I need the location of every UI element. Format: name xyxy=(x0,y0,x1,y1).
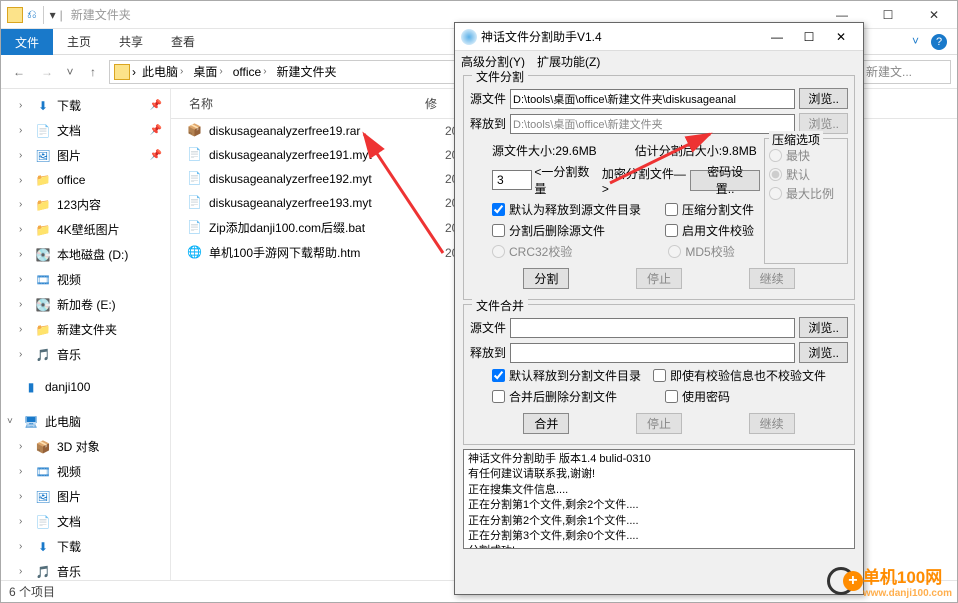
sidebar-item[interactable]: ›🎵音乐 xyxy=(1,342,170,367)
dlg-maximize-button[interactable]: ☐ xyxy=(793,23,825,51)
sidebar-item[interactable]: ›🖼图片📌 xyxy=(1,143,170,168)
folder-icon xyxy=(7,7,23,23)
chk-default-dst[interactable]: 默认为释放到源文件目录 xyxy=(492,201,641,218)
src-label: 源文件 xyxy=(470,90,506,107)
stop-button[interactable]: 停止 xyxy=(636,268,682,289)
src-input[interactable]: D:\tools\桌面\office\新建文件夹\diskusageanal xyxy=(510,89,795,109)
col-modified[interactable]: 修 xyxy=(421,95,437,112)
sidebar-thispc[interactable]: ˅🖥此电脑 xyxy=(1,409,170,434)
tab-share[interactable]: 共享 xyxy=(105,28,157,55)
dlg-close-button[interactable]: ✕ xyxy=(825,23,857,51)
src-size-label: 源文件大小:29.6MB xyxy=(492,142,597,159)
merge-group: 文件合并 源文件 浏览.. 释放到 浏览.. 默认释放到分割文件目录 即使有校验… xyxy=(463,304,855,445)
chk-compress[interactable]: 压缩分割文件 xyxy=(665,201,754,218)
tab-file[interactable]: 文件 xyxy=(1,29,53,55)
menu-extensions[interactable]: 扩展功能(Z) xyxy=(537,53,600,69)
merge-stop-button[interactable]: 停止 xyxy=(636,413,682,434)
sidebar-item[interactable]: ›📦3D 对象 xyxy=(1,434,170,459)
help-icon[interactable]: ? xyxy=(931,34,947,50)
app-icon xyxy=(461,29,477,45)
qat-restore-icon[interactable]: ⎌ xyxy=(27,7,37,22)
log-output[interactable]: 神话文件分割助手 版本1.4 bulid-0310有任何建议请联系我,谢谢!正在… xyxy=(463,449,855,549)
sidebar-item[interactable]: ›🖼图片 xyxy=(1,484,170,509)
chk-merge-noverify[interactable]: 即使有校验信息也不校验文件 xyxy=(653,367,826,384)
split-group: 文件分割 源文件 D:\tools\桌面\office\新建文件夹\diskus… xyxy=(463,75,855,300)
merge-continue-button[interactable]: 继续 xyxy=(749,413,795,434)
search-input[interactable]: 新建文... xyxy=(861,60,951,84)
sidebar-danji[interactable]: ▮danji100 xyxy=(1,375,170,399)
chk-verify[interactable]: 启用文件校验 xyxy=(665,222,754,239)
nav-recent-button[interactable]: ˅ xyxy=(63,60,77,84)
sidebar-item[interactable]: ›📁新建文件夹 xyxy=(1,317,170,342)
radio-max[interactable]: 最大比例 xyxy=(769,185,843,202)
chk-merge-default-dst[interactable]: 默认释放到分割文件目录 xyxy=(492,367,641,384)
chk-crc[interactable]: CRC32校验 xyxy=(492,243,572,260)
sidebar-item[interactable]: ›💽新加卷 (E:) xyxy=(1,292,170,317)
sidebar-item[interactable]: ›🎵音乐 xyxy=(1,559,170,580)
merge-dst-browse[interactable]: 浏览.. xyxy=(799,342,848,363)
dlg-minimize-button[interactable]: — xyxy=(761,23,793,51)
merge-src-label: 源文件 xyxy=(470,319,506,336)
tab-view[interactable]: 查看 xyxy=(157,28,209,55)
folder-icon xyxy=(114,64,130,80)
src-browse-button[interactable]: 浏览.. xyxy=(799,88,848,109)
crumb-2[interactable]: office› xyxy=(229,63,271,81)
watermark-icon: + xyxy=(827,565,859,597)
chk-md5[interactable]: MD5校验 xyxy=(668,243,734,260)
nav-up-button[interactable]: ↑ xyxy=(81,60,105,84)
split-count-input[interactable]: 3 xyxy=(492,170,532,190)
col-name[interactable]: 名称 xyxy=(171,95,421,112)
continue-button[interactable]: 继续 xyxy=(749,268,795,289)
merge-dst-label: 释放到 xyxy=(470,344,506,361)
crumb-3[interactable]: 新建文件夹 xyxy=(273,61,341,82)
sidebar-item[interactable]: ›🎞视频 xyxy=(1,459,170,484)
close-button[interactable]: ✕ xyxy=(911,1,957,29)
merge-legend: 文件合并 xyxy=(472,297,528,314)
dst-label: 释放到 xyxy=(470,115,506,132)
merge-src-input[interactable] xyxy=(510,318,795,338)
sidebar-item[interactable]: ›💽本地磁盘 (D:) xyxy=(1,242,170,267)
radio-default[interactable]: 默认 xyxy=(769,166,843,183)
radio-fast[interactable]: 最快 xyxy=(769,147,843,164)
sidebar-item[interactable]: ›📄文档 xyxy=(1,509,170,534)
chk-del-src[interactable]: 分割后删除源文件 xyxy=(492,222,605,239)
ribbon-expand-icon[interactable]: ˅ xyxy=(912,34,919,50)
sidebar-item[interactable]: ›📁123内容 xyxy=(1,192,170,217)
sidebar-item[interactable]: ›🎞视频 xyxy=(1,267,170,292)
nav-forward-button[interactable]: → xyxy=(35,60,59,84)
sidebar-item[interactable]: ›📄文档📌 xyxy=(1,118,170,143)
nav-back-button[interactable]: ← xyxy=(7,60,31,84)
crumb-0[interactable]: 此电脑› xyxy=(138,61,187,82)
split-button[interactable]: 分割 xyxy=(523,268,569,289)
sidebar-item[interactable]: ›📁office xyxy=(1,168,170,192)
sidebar-item[interactable]: ›📁4K壁纸图片 xyxy=(1,217,170,242)
sidebar-item[interactable]: ›⬇下载📌 xyxy=(1,93,170,118)
qat-dropdown-icon[interactable]: ▾ xyxy=(50,8,56,22)
menu-advanced[interactable]: 高级分割(Y) xyxy=(461,53,525,69)
maximize-button[interactable]: ☐ xyxy=(865,1,911,29)
crumb-1[interactable]: 桌面› xyxy=(189,61,226,82)
dialog-title: 神话文件分割助手V1.4 xyxy=(481,28,761,45)
dialog-titlebar: 神话文件分割助手V1.4 — ☐ ✕ xyxy=(455,23,863,51)
window-title: 新建文件夹 xyxy=(67,6,131,23)
encrypt-label: 加密分割文件—> xyxy=(602,165,688,196)
tab-home[interactable]: 主页 xyxy=(53,28,105,55)
compress-options: 压缩选项 最快 默认 最大比例 xyxy=(764,138,848,264)
merge-button[interactable]: 合并 xyxy=(523,413,569,434)
dst-input[interactable]: D:\tools\桌面\office\新建文件夹 xyxy=(510,114,795,134)
est-size-label: 估计分割后大小:9.8MB xyxy=(635,142,757,159)
sidebar-item[interactable]: ›⬇下载 xyxy=(1,534,170,559)
sidebar: ›⬇下载📌›📄文档📌›🖼图片📌›📁office›📁123内容›📁4K壁纸图片›💽… xyxy=(1,89,171,580)
password-button[interactable]: 密码设置.. xyxy=(690,170,760,191)
merge-dst-input[interactable] xyxy=(510,343,795,363)
splitter-dialog: 神话文件分割助手V1.4 — ☐ ✕ 高级分割(Y) 扩展功能(Z) 文件分割 … xyxy=(454,22,864,595)
merge-src-browse[interactable]: 浏览.. xyxy=(799,317,848,338)
qat-separator: | xyxy=(60,8,63,22)
chk-merge-del[interactable]: 合并后删除分割文件 xyxy=(492,388,617,405)
chk-merge-pwd[interactable]: 使用密码 xyxy=(665,388,730,405)
watermark: + 单机100网 www.danji100.com xyxy=(827,563,952,599)
split-count-suffix: <一分割数量 xyxy=(534,163,598,197)
split-legend: 文件分割 xyxy=(472,68,528,85)
